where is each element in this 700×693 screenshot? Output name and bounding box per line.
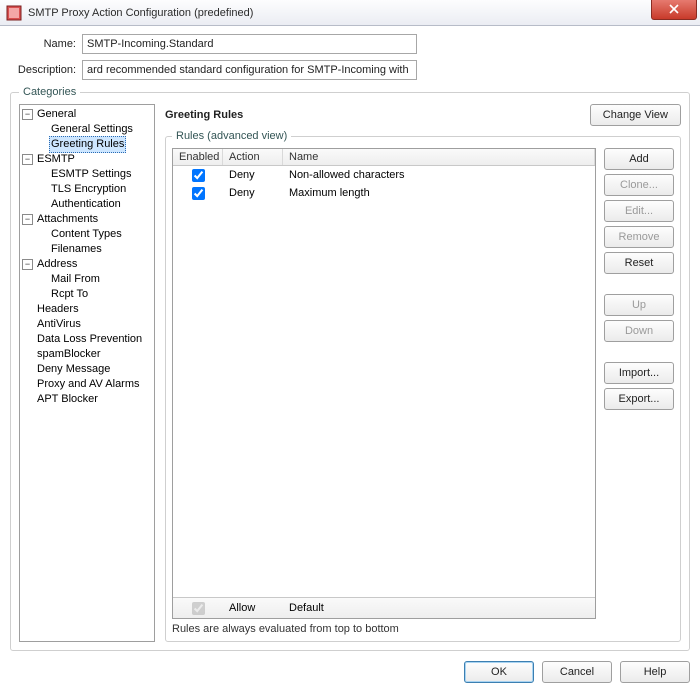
window-title: SMTP Proxy Action Configuration (predefi… xyxy=(28,7,253,19)
row-enabled-checkbox[interactable] xyxy=(192,169,205,182)
evaluation-note: Rules are always evaluated from top to b… xyxy=(172,623,674,635)
ok-button[interactable]: OK xyxy=(464,661,534,683)
tree-item-mail-from[interactable]: Mail From xyxy=(36,272,154,287)
rules-legend: Rules (advanced view) xyxy=(172,130,291,142)
help-button[interactable]: Help xyxy=(620,661,690,683)
tree-item-spamblocker[interactable]: spamBlocker xyxy=(22,347,154,362)
title-bar: SMTP Proxy Action Configuration (predefi… xyxy=(0,0,700,26)
row-name: Maximum length xyxy=(283,187,595,199)
down-button[interactable]: Down xyxy=(604,320,674,342)
categories-legend: Categories xyxy=(19,86,80,98)
name-label: Name: xyxy=(10,38,76,50)
col-name[interactable]: Name xyxy=(283,149,595,165)
row-name: Non-allowed characters xyxy=(283,169,595,181)
table-row[interactable]: Deny Maximum length xyxy=(173,184,595,202)
tree-item-antivirus[interactable]: AntiVirus xyxy=(22,317,154,332)
import-button[interactable]: Import... xyxy=(604,362,674,384)
tree-item-tls-encryption[interactable]: TLS Encryption xyxy=(36,182,154,197)
tree-item-general-settings[interactable]: General Settings xyxy=(36,122,154,137)
table-default-row: Allow Default xyxy=(173,597,595,618)
col-enabled[interactable]: Enabled xyxy=(173,149,223,165)
default-enabled-checkbox xyxy=(192,602,205,615)
remove-button[interactable]: Remove xyxy=(604,226,674,248)
row-enabled-checkbox[interactable] xyxy=(192,187,205,200)
tree-item-esmtp[interactable]: − ESMTP xyxy=(22,152,154,167)
rules-fieldset: Rules (advanced view) Enabled Action Nam… xyxy=(165,130,681,642)
close-icon xyxy=(669,4,679,14)
up-button[interactable]: Up xyxy=(604,294,674,316)
description-input[interactable] xyxy=(82,60,417,80)
panel-heading: Greeting Rules xyxy=(165,109,590,121)
tree-item-address[interactable]: − Address xyxy=(22,257,154,272)
row-action: Deny xyxy=(223,187,283,199)
collapse-icon[interactable]: − xyxy=(22,259,33,270)
table-row[interactable]: Deny Non-allowed characters xyxy=(173,166,595,184)
rules-table[interactable]: Enabled Action Name Deny Non-allowed cha… xyxy=(172,148,596,619)
tree-item-proxy-av-alarms[interactable]: Proxy and AV Alarms xyxy=(22,377,154,392)
row-action: Deny xyxy=(223,169,283,181)
tree-item-general[interactable]: − General xyxy=(22,107,154,122)
tree-item-attachments[interactable]: − Attachments xyxy=(22,212,154,227)
tree-item-esmtp-settings[interactable]: ESMTP Settings xyxy=(36,167,154,182)
export-button[interactable]: Export... xyxy=(604,388,674,410)
tree-item-apt-blocker[interactable]: APT Blocker xyxy=(22,392,154,407)
cancel-button[interactable]: Cancel xyxy=(542,661,612,683)
tree-item-greeting-rules[interactable]: Greeting Rules xyxy=(36,137,154,152)
tree-item-content-types[interactable]: Content Types xyxy=(36,227,154,242)
edit-button[interactable]: Edit... xyxy=(604,200,674,222)
default-name: Default xyxy=(283,602,595,614)
close-button[interactable] xyxy=(651,0,697,20)
name-input[interactable] xyxy=(82,34,417,54)
collapse-icon[interactable]: − xyxy=(22,214,33,225)
collapse-icon[interactable]: − xyxy=(22,109,33,120)
tree-item-deny-message[interactable]: Deny Message xyxy=(22,362,154,377)
reset-button[interactable]: Reset xyxy=(604,252,674,274)
collapse-icon[interactable]: − xyxy=(22,154,33,165)
categories-tree[interactable]: − General General Settings Greeting Rule… xyxy=(19,104,155,642)
categories-fieldset: Categories − General General Settings xyxy=(10,86,690,651)
tree-item-filenames[interactable]: Filenames xyxy=(36,242,154,257)
clone-button[interactable]: Clone... xyxy=(604,174,674,196)
tree-item-authentication[interactable]: Authentication xyxy=(36,197,154,212)
change-view-button[interactable]: Change View xyxy=(590,104,681,126)
app-icon xyxy=(6,5,22,21)
table-header: Enabled Action Name xyxy=(173,149,595,166)
tree-item-headers[interactable]: Headers xyxy=(22,302,154,317)
description-label: Description: xyxy=(10,64,76,76)
tree-item-dlp[interactable]: Data Loss Prevention xyxy=(22,332,154,347)
rules-side-buttons: Add Clone... Edit... Remove Reset Up Dow… xyxy=(604,148,674,619)
dialog-buttons: OK Cancel Help xyxy=(10,661,690,683)
default-action: Allow xyxy=(223,602,283,614)
col-action[interactable]: Action xyxy=(223,149,283,165)
add-button[interactable]: Add xyxy=(604,148,674,170)
tree-item-rcpt-to[interactable]: Rcpt To xyxy=(36,287,154,302)
